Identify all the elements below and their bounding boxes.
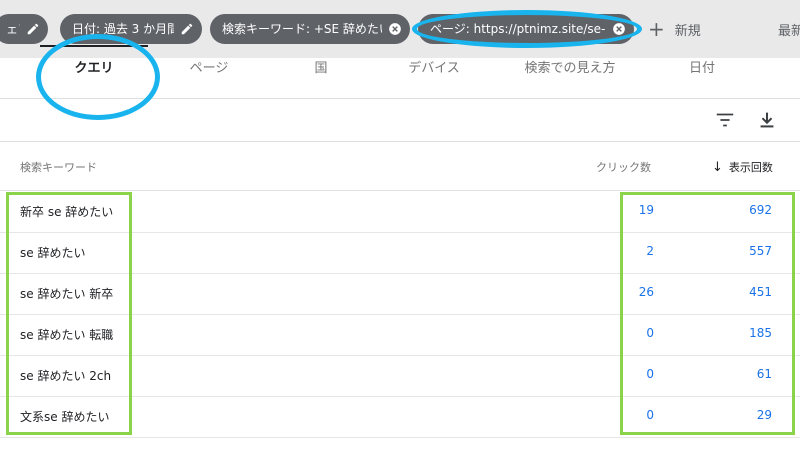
tab-search-appearance[interactable]: 検索での見え方	[514, 58, 626, 98]
query-cell: se 辞めたい 新卒	[20, 287, 114, 301]
column-header-query[interactable]: 検索キーワード	[20, 159, 97, 175]
clicks-cell: 0	[646, 408, 654, 422]
filter-chip-date[interactable]: 日付: 過去 3 か月間	[60, 14, 202, 44]
add-filter-button[interactable]: + 新規	[648, 18, 701, 40]
pencil-icon[interactable]	[180, 22, 194, 36]
filter-chip-page[interactable]: ページ: https://ptnimz.site/se-…	[418, 14, 634, 44]
impressions-cell: 451	[749, 285, 772, 299]
table-row[interactable]: se 辞めたい 新卒 26 451	[0, 273, 800, 315]
clicks-cell: 19	[638, 203, 654, 217]
tab-date[interactable]: 日付	[680, 58, 724, 98]
impressions-cell: 61	[756, 367, 772, 381]
close-circle-icon[interactable]	[388, 22, 402, 36]
column-header-impressions[interactable]: ↓ 表示回数	[712, 159, 773, 175]
query-cell: se 辞めたい 2ch	[20, 369, 112, 383]
plus-icon: +	[648, 17, 665, 41]
clicks-cell: 26	[638, 285, 654, 299]
table-row[interactable]: 新卒 se 辞めたい 19 692	[0, 191, 800, 233]
filter-chip-label: 日付: 過去 3 か月間	[72, 22, 174, 36]
impressions-cell: 29	[756, 408, 772, 422]
table-row[interactable]: se 辞めたい 2ch 0 61	[0, 355, 800, 397]
query-cell: 文系se 辞めたい	[20, 410, 110, 424]
filter-chip-label: 検索キーワード: +SE 辞めたい	[222, 22, 382, 36]
query-cell: 新卒 se 辞めたい	[20, 205, 114, 219]
query-cell: se 辞めたい 転職	[20, 328, 114, 342]
table-row[interactable]: 文系se 辞めたい 0 29	[0, 396, 800, 438]
column-header-clicks[interactable]: クリック数	[596, 159, 651, 175]
tab-query[interactable]: クエリ	[40, 58, 148, 98]
table-header: 検索キーワード クリック数 ↓ 表示回数	[0, 142, 800, 191]
filter-bar: ェブ 日付: 過去 3 か月間 検索キーワード: +SE 辞めたい ページ: h…	[0, 0, 800, 58]
table-row[interactable]: se 辞めたい 転職 0 185	[0, 314, 800, 356]
top-right-label[interactable]: 最新	[778, 20, 800, 39]
report-tabs: クエリ ページ 国 デバイス 検索での見え方 日付	[0, 58, 800, 99]
table-row[interactable]: se 辞めたい 2 557	[0, 232, 800, 274]
table-toolbar	[0, 99, 800, 142]
clicks-cell: 0	[646, 326, 654, 340]
clicks-cell: 0	[646, 367, 654, 381]
add-filter-label: 新規	[674, 23, 701, 39]
filter-chip-label: ェブ	[6, 22, 20, 36]
tab-page[interactable]: ページ	[178, 58, 240, 98]
impressions-cell: 185	[749, 326, 772, 340]
impressions-cell: 692	[749, 203, 772, 217]
query-cell: se 辞めたい	[20, 246, 86, 260]
pencil-icon[interactable]	[26, 22, 40, 36]
column-header-impressions-label: 表示回数	[728, 161, 773, 174]
arrow-down-icon: ↓	[712, 159, 723, 175]
filter-chip-label: ページ: https://ptnimz.site/se-…	[430, 22, 606, 36]
filter-icon[interactable]	[714, 109, 736, 131]
download-icon[interactable]	[756, 109, 778, 131]
active-tab-indicator	[40, 45, 148, 47]
impressions-cell: 557	[749, 244, 772, 258]
clicks-cell: 2	[646, 244, 654, 258]
tab-country[interactable]: 国	[300, 58, 342, 98]
filter-chip-search-type[interactable]: ェブ	[0, 14, 48, 44]
close-circle-icon[interactable]	[612, 22, 626, 36]
filter-chip-keyword[interactable]: 検索キーワード: +SE 辞めたい	[210, 14, 410, 44]
tab-device[interactable]: デバイス	[396, 58, 472, 98]
